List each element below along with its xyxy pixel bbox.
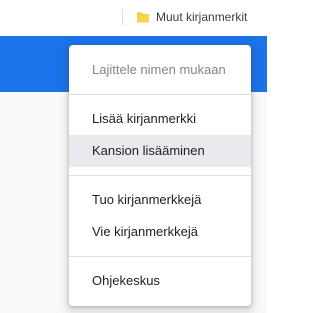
menu-item-add-folder[interactable]: Kansion lisääminen [69, 135, 251, 167]
other-bookmarks-button[interactable]: Muut kirjanmerkit [130, 5, 253, 29]
menu-divider [69, 256, 251, 257]
bookmarks-bar: Muut kirjanmerkit [0, 0, 267, 34]
menu-divider [69, 94, 251, 95]
menu-item-help-center[interactable]: Ohjekeskus [69, 265, 251, 297]
menu-divider [69, 175, 251, 176]
menu-item-sort-by-name: Lajittele nimen mukaan [92, 62, 226, 77]
menu-item-export-bookmarks[interactable]: Vie kirjanmerkkejä [69, 216, 251, 248]
menu-item-add-bookmark[interactable]: Lisää kirjanmerkki [69, 103, 251, 135]
other-bookmarks-label: Muut kirjanmerkit [156, 10, 248, 24]
bookmark-manager-menu: Lajittele nimen mukaan Lisää kirjanmerkk… [69, 45, 251, 306]
menu-item-import-bookmarks[interactable]: Tuo kirjanmerkkejä [69, 184, 251, 216]
folder-icon [136, 10, 150, 24]
bookmarks-bar-separator [122, 9, 123, 25]
